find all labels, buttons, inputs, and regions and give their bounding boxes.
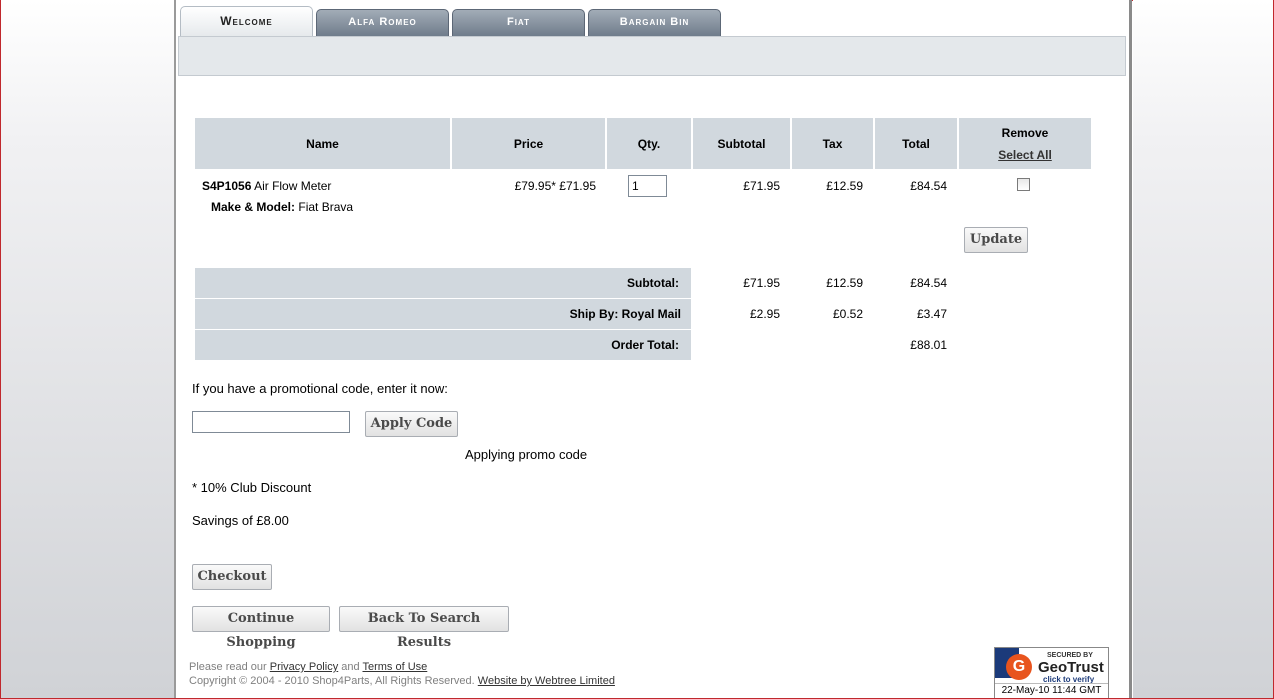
geotrust-date: 22-May-10 11:44 GMT (995, 683, 1108, 698)
select-all-link[interactable]: Select All (998, 148, 1052, 162)
summary-order-total-value: £88.01 (910, 338, 947, 352)
item-subtotal: £71.95 (743, 179, 780, 193)
promo-prompt: If you have a promotional code, enter it… (192, 381, 448, 396)
webtree-link[interactable]: Website by Webtree Limited (478, 675, 615, 687)
col-header-subtotal: Subtotal (693, 118, 790, 169)
promo-code-input[interactable] (192, 411, 350, 433)
summary-subtotal-label: Subtotal: (195, 268, 691, 298)
sub-nav-bar (178, 36, 1126, 76)
item-total: £84.54 (910, 179, 947, 193)
item-make-model: Make & Model: Fiat Brava (211, 200, 354, 214)
item-price: £79.95* £71.95 (514, 179, 596, 193)
privacy-policy-link[interactable]: Privacy Policy (270, 661, 338, 673)
item-name: S4P1056 Air Flow Meter (202, 179, 331, 193)
summary-shipping-label: Ship By: Royal Mail (195, 299, 691, 329)
tab-welcome[interactable]: Welcome (180, 6, 313, 38)
item-tax: £12.59 (826, 179, 863, 193)
summary-subtotal-total: £84.54 (910, 276, 947, 290)
col-header-remove: Remove Select All (959, 118, 1091, 169)
tab-bargain-bin[interactable]: Bargain Bin (588, 9, 721, 36)
checkout-button[interactable]: Checkout (192, 564, 272, 590)
geotrust-badge[interactable]: G SECURED BY GeoTrust click to verify 22… (994, 647, 1109, 699)
page-background-right (1133, 0, 1274, 699)
summary-shipping-value: £2.95 (749, 307, 780, 321)
col-header-name: Name (195, 118, 450, 169)
col-header-price: Price (452, 118, 605, 169)
summary-subtotal-tax: £12.59 (826, 276, 863, 290)
footer-line-1: Please read our Privacy Policy and Terms… (189, 661, 428, 673)
geotrust-logo-icon: G (1006, 654, 1032, 680)
apply-code-button[interactable]: Apply Code (365, 411, 458, 437)
col-header-qty: Qty. (607, 118, 691, 169)
tab-alfa-romeo[interactable]: Alfa Romeo (316, 9, 449, 36)
summary-shipping-tax: £0.52 (832, 307, 863, 321)
back-to-search-results-button[interactable]: Back To Search Results (339, 606, 509, 650)
page-background-left (0, 0, 175, 699)
continue-shopping-button[interactable]: Continue Shopping (192, 606, 330, 650)
promo-applying-text: Applying promo code (465, 447, 588, 462)
discount-note: * 10% Club Discount (192, 480, 312, 495)
summary-shipping-total: £3.47 (916, 307, 947, 321)
terms-of-use-link[interactable]: Terms of Use (362, 661, 427, 673)
summary-order-total-label: Order Total: (195, 330, 691, 360)
col-header-total: Total (875, 118, 957, 169)
quantity-input[interactable] (628, 175, 667, 197)
savings-text: Savings of £8.00 (192, 513, 289, 528)
summary-subtotal-value: £71.95 (743, 276, 780, 290)
footer: Please read our Privacy Policy and Terms… (189, 660, 615, 688)
footer-line-2: Copyright © 2004 - 2010 Shop4Parts, All … (189, 675, 615, 687)
item-title: Air Flow Meter (254, 179, 332, 193)
remove-checkbox[interactable] (1017, 178, 1030, 191)
page-content: Welcome Alfa Romeo Fiat Bargain Bin Name… (174, 0, 1132, 699)
update-button[interactable]: Update (964, 227, 1028, 253)
tab-fiat[interactable]: Fiat (452, 9, 585, 36)
item-sku: S4P1056 (202, 179, 252, 193)
col-header-tax: Tax (792, 118, 873, 169)
